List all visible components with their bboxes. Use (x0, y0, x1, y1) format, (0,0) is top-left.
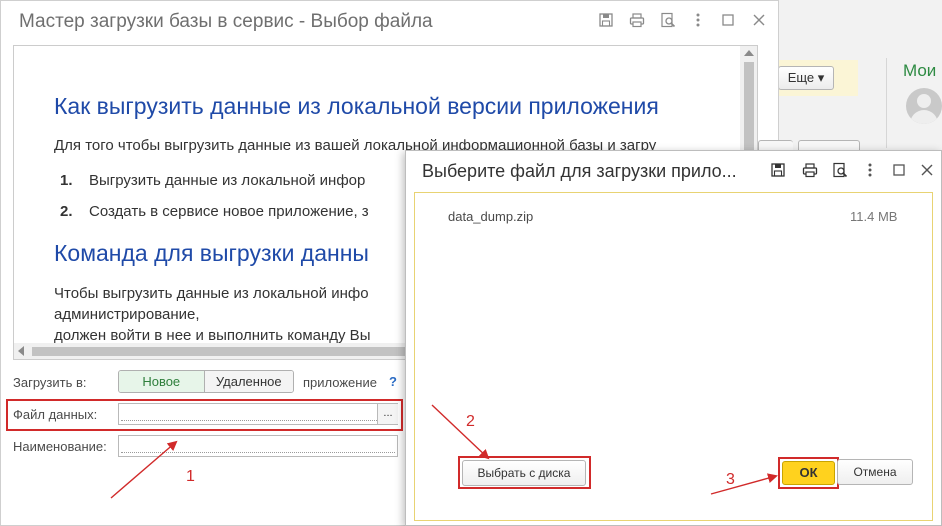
annotation-number-2: 2 (466, 413, 475, 430)
annotation-number-1: 1 (186, 468, 195, 485)
annotation-arrow-1 (110, 440, 178, 499)
annotation-arrow-2 (431, 404, 490, 460)
annotation-arrow-3 (710, 473, 778, 495)
annotation-arrows (110, 404, 778, 499)
annotation-number-3: 3 (726, 471, 735, 488)
